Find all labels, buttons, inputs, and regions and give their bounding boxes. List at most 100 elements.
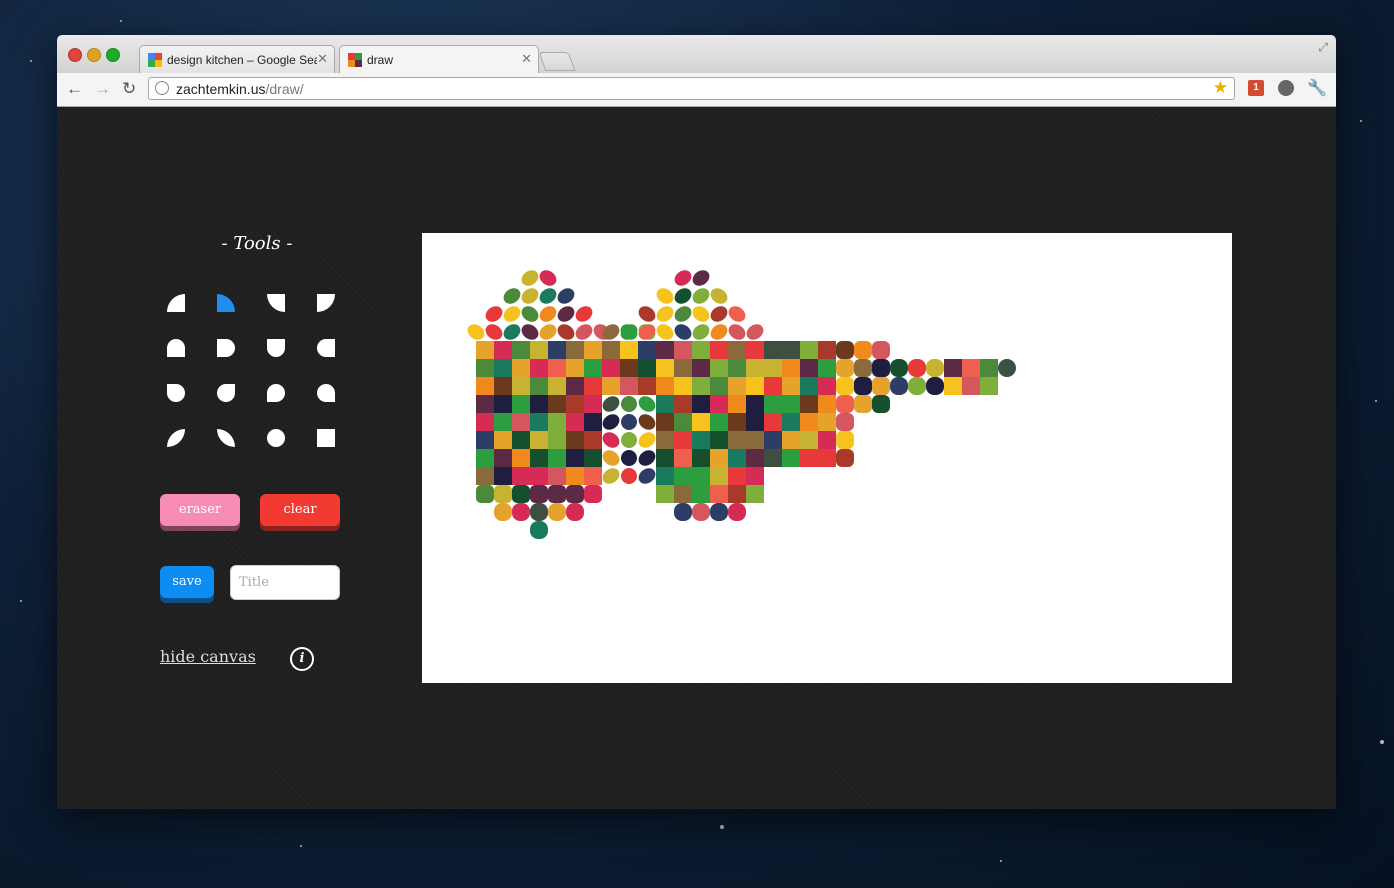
mosaic-tile <box>818 341 836 359</box>
close-tab-icon[interactable]: ✕ <box>317 51 328 67</box>
mosaic-tile <box>962 359 980 377</box>
title-input[interactable] <box>230 565 340 600</box>
mosaic-tile <box>854 395 872 413</box>
new-tab-button[interactable] <box>538 52 576 71</box>
mosaic-tile <box>674 377 692 395</box>
tool-leaf-right-icon[interactable] <box>217 429 235 447</box>
tab-google-search[interactable]: design kitchen – Google Search ✕ <box>139 45 335 73</box>
clear-button[interactable]: clear <box>260 494 340 526</box>
mosaic-tile <box>530 485 548 503</box>
fullscreen-icon[interactable]: ⤢ <box>1318 40 1328 55</box>
tool-circle-icon[interactable] <box>267 429 285 447</box>
save-button[interactable]: save <box>160 566 214 598</box>
mosaic-tile <box>710 341 728 359</box>
mosaic-tile <box>854 377 872 395</box>
mosaic-tile <box>764 431 782 449</box>
mosaic-tile <box>548 341 566 359</box>
hide-canvas-link[interactable]: hide canvas <box>160 647 256 666</box>
tool-leaf-left-icon[interactable] <box>167 429 185 447</box>
address-bar[interactable]: zachtemkin.us/draw/ ★ <box>148 77 1235 100</box>
mosaic-tile <box>764 341 782 359</box>
tool-square-icon[interactable] <box>317 429 335 447</box>
eraser-button[interactable]: eraser <box>160 494 240 526</box>
mosaic-tile <box>872 341 890 359</box>
tool-half-round-left-icon[interactable] <box>317 339 335 357</box>
mosaic-tile <box>674 467 692 485</box>
tool-half-round-top-icon[interactable] <box>167 339 185 357</box>
mosaic-leaf <box>485 306 503 322</box>
mosaic-tile <box>656 485 674 503</box>
mosaic-tile <box>746 377 764 395</box>
mosaic-tile <box>548 485 566 503</box>
close-window-button[interactable] <box>68 48 82 62</box>
mosaic-leaf <box>557 288 575 304</box>
mosaic-tile <box>476 413 494 431</box>
tool-three-quarter-bottom-right-icon[interactable] <box>317 384 335 402</box>
minimize-window-button[interactable] <box>87 48 101 62</box>
tool-quarter-bottom-left-icon[interactable] <box>267 294 285 312</box>
mosaic-tile <box>710 431 728 449</box>
mosaic-tile <box>764 413 782 431</box>
mosaic-tile <box>530 521 548 539</box>
mosaic-tile <box>476 485 494 503</box>
mosaic-tile <box>692 503 710 521</box>
close-tab-icon[interactable]: ✕ <box>521 51 532 67</box>
reload-icon[interactable]: ↻ <box>122 79 136 99</box>
mosaic-leaf <box>656 306 674 322</box>
mosaic-leaf <box>539 306 557 322</box>
mosaic-tile <box>656 449 674 467</box>
tool-quarter-bottom-right-icon[interactable] <box>317 294 335 312</box>
mosaic-tile <box>674 359 692 377</box>
info-icon[interactable]: i <box>290 647 314 671</box>
mosaic-tile <box>584 449 602 467</box>
forward-arrow-icon[interactable]: → <box>94 79 111 99</box>
mosaic-tile <box>764 395 782 413</box>
tool-three-quarter-top-right-icon[interactable] <box>217 384 235 402</box>
tool-three-quarter-bottom-left-icon[interactable] <box>267 384 285 402</box>
mosaic-leaf <box>485 324 503 340</box>
tool-half-round-right-icon[interactable] <box>217 339 235 357</box>
mosaic-tile <box>836 413 854 431</box>
mosaic-tile <box>674 413 692 431</box>
extension-badge-icon[interactable]: 1 <box>1248 80 1264 96</box>
mosaic-tile <box>728 485 746 503</box>
tool-quarter-top-left-icon[interactable] <box>167 294 185 312</box>
tool-three-quarter-top-left-icon[interactable] <box>167 384 185 402</box>
mosaic-leaf <box>602 450 620 466</box>
mosaic-tile <box>476 431 494 449</box>
mosaic-tile <box>692 359 710 377</box>
back-arrow-icon[interactable]: ← <box>66 79 83 99</box>
mosaic-tile <box>818 449 836 467</box>
mosaic-leaf <box>503 324 521 340</box>
mosaic-tile <box>476 377 494 395</box>
bookmark-star-icon[interactable]: ★ <box>1213 78 1228 98</box>
mosaic-leaf <box>602 432 620 448</box>
mosaic-tile <box>692 395 710 413</box>
mosaic-tile <box>494 395 512 413</box>
mosaic-tile <box>512 449 530 467</box>
mosaic-tile <box>854 341 872 359</box>
mosaic-tile <box>710 503 728 521</box>
mosaic-tile <box>944 377 962 395</box>
extension-drop-icon[interactable] <box>1278 80 1294 96</box>
mosaic-tile <box>800 359 818 377</box>
tool-half-round-bottom-icon[interactable] <box>267 339 285 357</box>
tool-quarter-top-right-icon[interactable] <box>217 294 235 312</box>
drawing-canvas[interactable] <box>422 233 1232 683</box>
tab-label: draw <box>367 53 394 67</box>
mosaic-tile <box>728 467 746 485</box>
mosaic-leaf <box>602 414 620 430</box>
wrench-menu-icon[interactable]: 🔧 <box>1307 78 1327 98</box>
mosaic-tile <box>566 395 584 413</box>
mosaic-tile <box>854 359 872 377</box>
mosaic-tile <box>818 377 836 395</box>
mosaic-tile <box>512 485 530 503</box>
maximize-window-button[interactable] <box>106 48 120 62</box>
mosaic-tile <box>566 431 584 449</box>
mosaic-tile <box>548 449 566 467</box>
tab-label: design kitchen – Google Search <box>167 53 317 67</box>
mosaic-leaf <box>602 396 620 412</box>
mosaic-tile <box>584 467 602 485</box>
tab-draw[interactable]: draw ✕ <box>339 45 539 73</box>
mosaic-tile <box>656 359 674 377</box>
